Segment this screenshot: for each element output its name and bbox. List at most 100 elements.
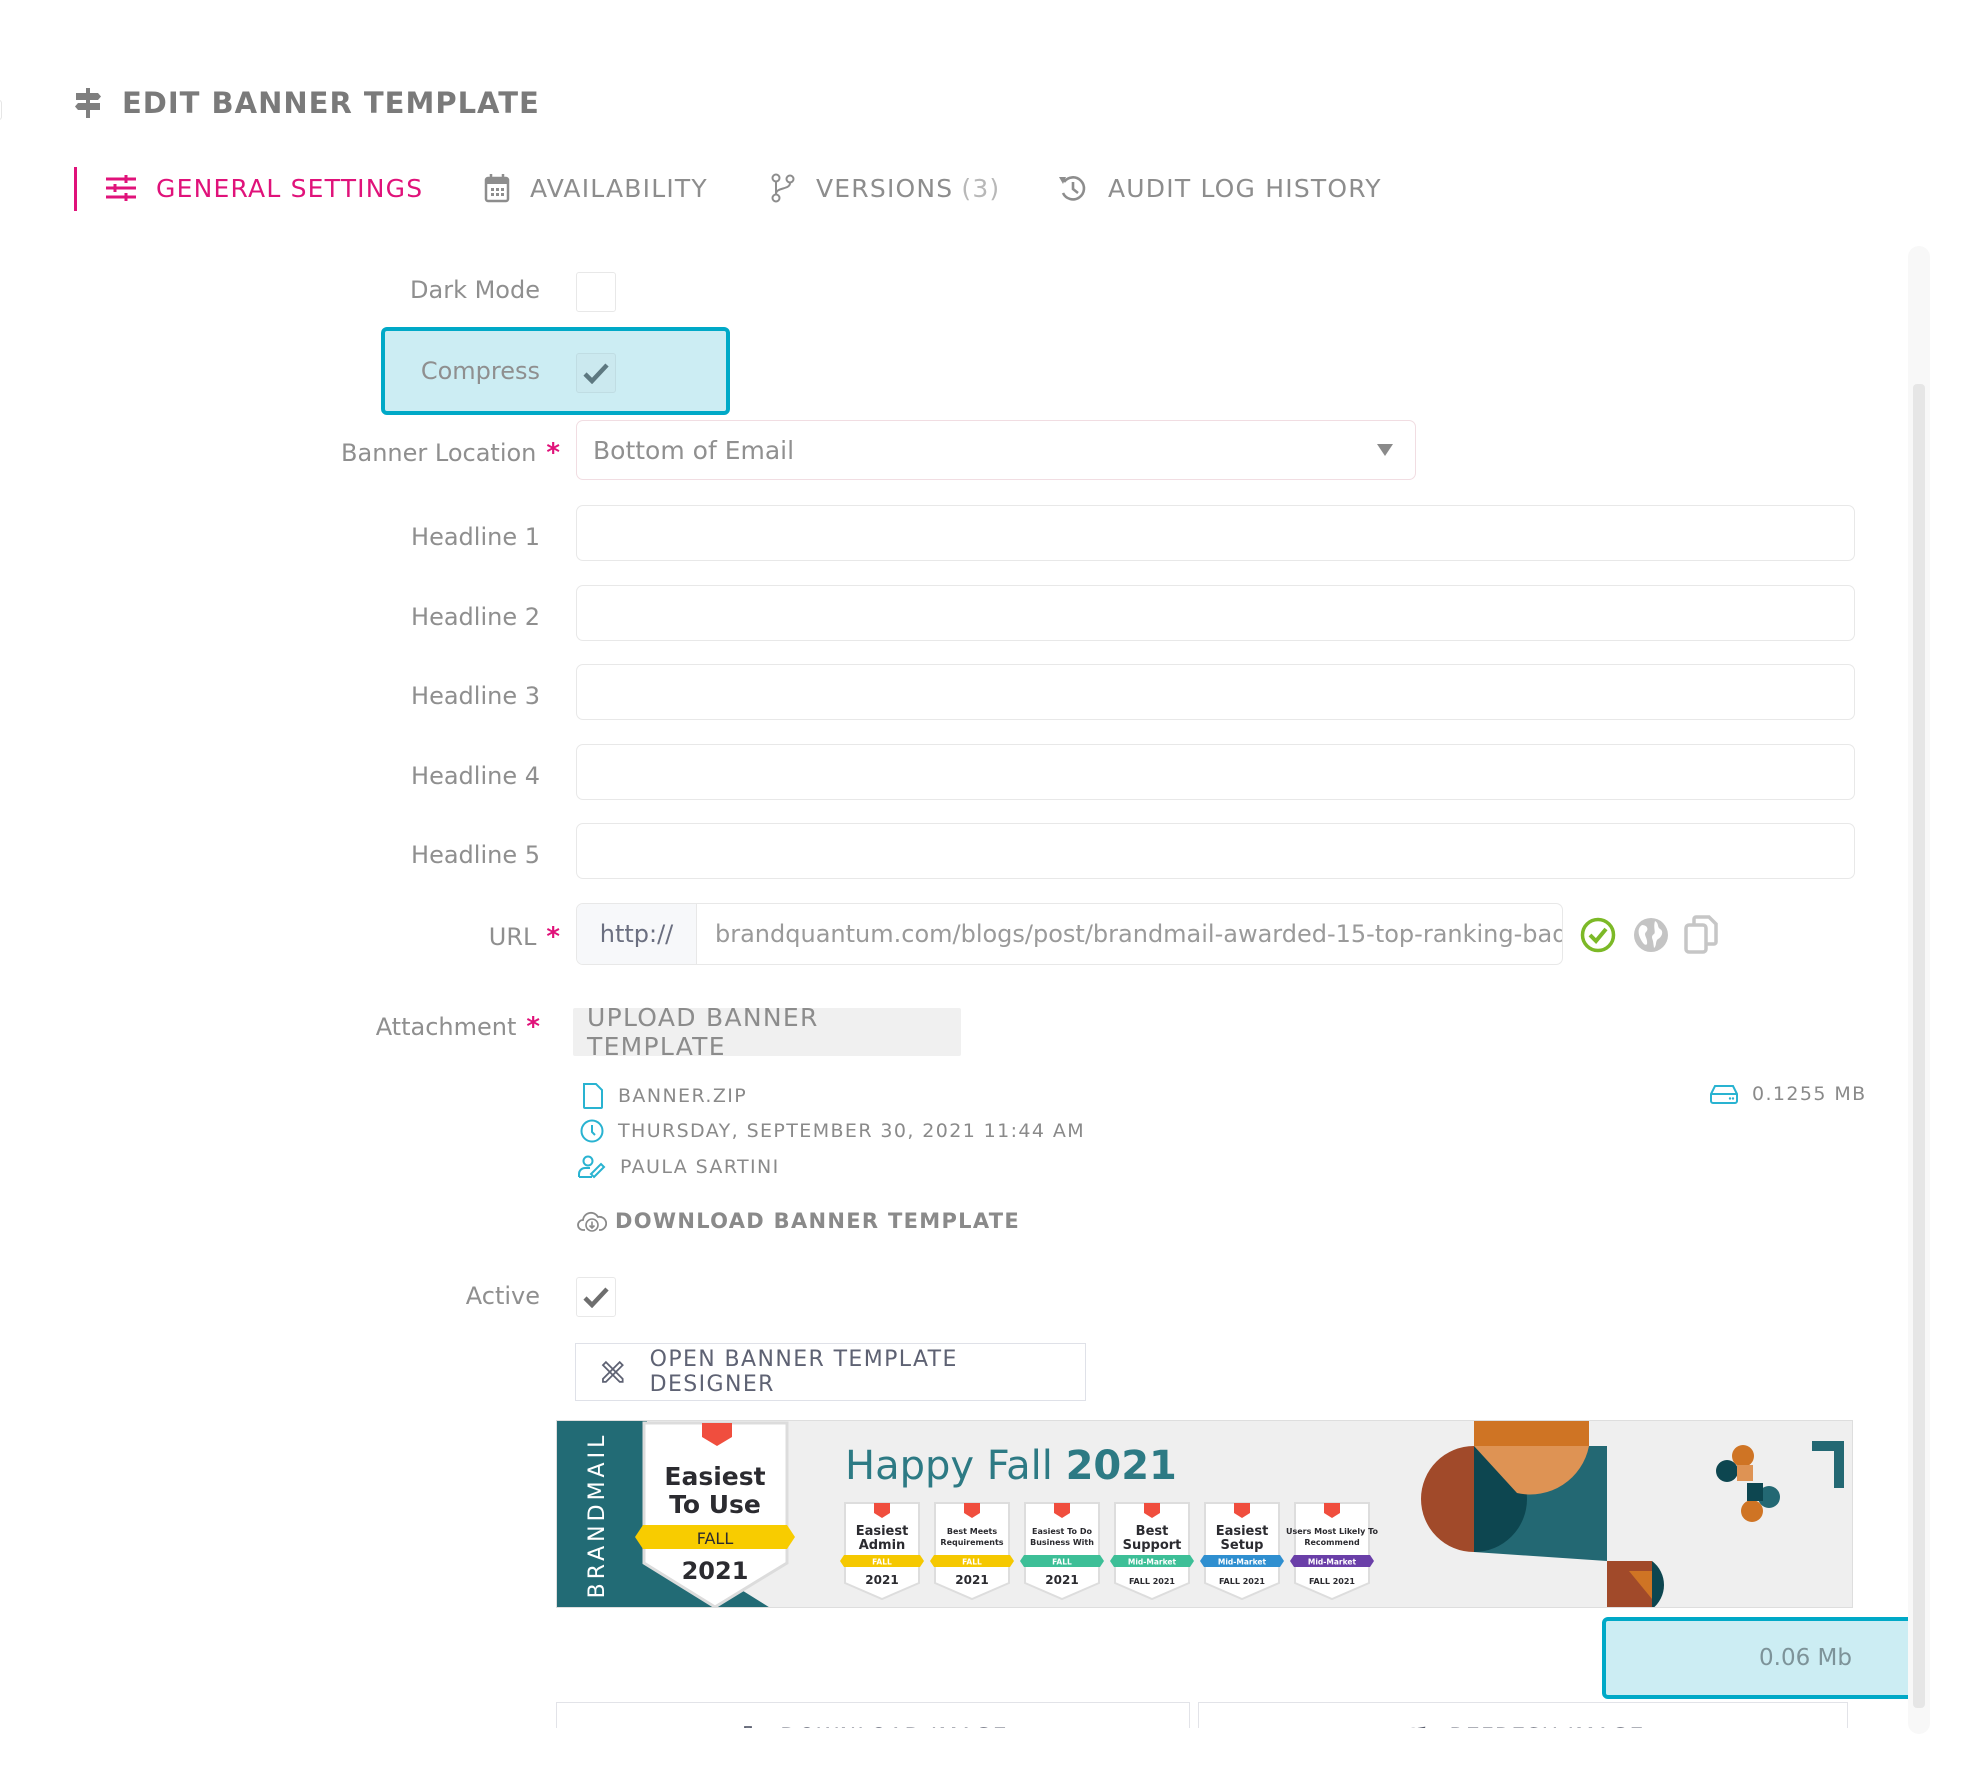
- viewport-bottom-mask: [0, 1728, 1974, 1778]
- signpost-icon: [75, 88, 101, 118]
- label-text: Banner Location: [341, 439, 537, 467]
- sliders-icon: [106, 175, 136, 201]
- badge-year: 2021: [1045, 1573, 1078, 1587]
- cloud-download-icon: [577, 1211, 607, 1232]
- award-badge: BestSupport Mid-Market FALL 2021: [1110, 1502, 1194, 1601]
- history-icon: [1059, 176, 1086, 201]
- headline-1-label: Headline 1: [411, 523, 540, 551]
- branch-icon: [771, 173, 795, 203]
- file-icon: [583, 1083, 603, 1109]
- badge-ribbon-label: Mid-Market: [1308, 1558, 1357, 1567]
- brand-text: BRANDMAIL: [585, 1432, 610, 1599]
- badge-year: 2021: [955, 1573, 988, 1587]
- uploaded-by-text: PAULA SARTINI: [620, 1156, 780, 1178]
- badge-year: FALL 2021: [1129, 1577, 1175, 1586]
- main-badge-line2: To Use: [669, 1490, 761, 1519]
- tab-label: AUDIT LOG HISTORY: [1108, 173, 1382, 203]
- headline-1-input[interactable]: [576, 505, 1855, 561]
- page-title: EDIT BANNER TEMPLATE: [122, 86, 540, 120]
- tab-general-settings[interactable]: GENERAL SETTINGS: [106, 168, 423, 208]
- url-protocol-prefix: http://: [577, 904, 697, 964]
- headline-2-input[interactable]: [576, 585, 1855, 641]
- attachment-file-name: BANNER.ZIP: [582, 1083, 747, 1109]
- design-tools-icon: [601, 1360, 624, 1383]
- compress-label: Compress: [420, 357, 540, 385]
- tab-availability[interactable]: AVAILABILITY: [484, 168, 708, 208]
- upload-banner-template-button[interactable]: UPLOAD BANNER TEMPLATE: [573, 1003, 961, 1061]
- badge-ribbon-label: FALL: [962, 1558, 982, 1567]
- page-edge: [0, 100, 2, 120]
- active-label: Active: [465, 1282, 540, 1310]
- download-banner-template-link[interactable]: DOWNLOAD BANNER TEMPLATE: [577, 1209, 1020, 1233]
- uploaded-at-text: THURSDAY, SEPTEMBER 30, 2021 11:44 AM: [618, 1120, 1086, 1142]
- badge-line1: Users Most Likely To: [1286, 1527, 1379, 1536]
- badge-year: 2021: [865, 1573, 898, 1587]
- user-edit-icon: [578, 1155, 606, 1179]
- main-badge-line1: Easiest: [664, 1462, 765, 1491]
- badge-ribbon-label: Mid-Market: [1128, 1558, 1177, 1567]
- attachment-uploaded-by: PAULA SARTINI: [578, 1155, 780, 1179]
- file-size-text: 0.1255 MB: [1752, 1083, 1867, 1105]
- banner-location-select[interactable]: Bottom of Email: [576, 420, 1416, 480]
- active-checkbox[interactable]: [576, 1277, 616, 1317]
- url-label: URL *: [140, 922, 560, 952]
- badge-ribbon-label: FALL: [1052, 1558, 1072, 1567]
- banner-artwork: BRANDMAIL Easiest To Use FALL 2021 Happy…: [557, 1421, 1844, 1607]
- calendar-icon: [484, 174, 510, 203]
- geometric-art: [1421, 1421, 1844, 1607]
- copy-icon[interactable]: [1684, 915, 1718, 955]
- award-badge: EasiestSetup Mid-Market FALL 2021: [1200, 1502, 1284, 1601]
- award-badge: Best Meets Requirements FALL 2021: [930, 1502, 1014, 1601]
- award-badge: Easiest To Do Business With FALL 2021: [1020, 1502, 1104, 1601]
- dark-mode-checkbox[interactable]: [576, 272, 616, 312]
- banner-preview-image: BRANDMAIL Easiest To Use FALL 2021 Happy…: [556, 1420, 1853, 1608]
- image-size-text: 0.06 Mb: [1759, 1645, 1852, 1671]
- tab-label: VERSIONS: [816, 173, 954, 203]
- required-marker: *: [546, 438, 560, 468]
- open-banner-template-designer-button[interactable]: OPEN BANNER TEMPLATE DESIGNER: [575, 1343, 1086, 1401]
- award-badge: Users Most Likely To Recommend Mid-Market F…: [1286, 1502, 1379, 1601]
- badge-line2: Requirements: [940, 1538, 1003, 1547]
- headline-4-label: Headline 4: [411, 762, 540, 790]
- attachment-file-size: 0.1255 MB: [1710, 1083, 1867, 1105]
- badge-line2: Business With: [1030, 1538, 1094, 1547]
- tab-audit-log-history[interactable]: AUDIT LOG HISTORY: [1058, 168, 1382, 208]
- main-badge-year: 2021: [682, 1557, 749, 1585]
- label-text: Attachment: [375, 1013, 517, 1041]
- headline-3-input[interactable]: [576, 664, 1855, 720]
- badge-ribbon-label: Mid-Market: [1218, 1558, 1267, 1567]
- selected-value: Bottom of Email: [593, 435, 795, 465]
- badge-line2: Support: [1123, 1538, 1182, 1553]
- badge-line1: Easiest: [1216, 1524, 1269, 1539]
- hard-drive-icon: [1710, 1085, 1738, 1104]
- compress-checkbox[interactable]: [576, 353, 616, 393]
- award-badge: EasiestAdmin FALL 2021: [840, 1502, 924, 1601]
- tab-label: GENERAL SETTINGS: [156, 173, 424, 203]
- headline-5-label: Headline 5: [411, 841, 540, 869]
- tab-versions[interactable]: VERSIONS (3): [770, 168, 1000, 208]
- scrollbar-thumb[interactable]: [1913, 384, 1925, 1708]
- headline-2-label: Headline 2: [411, 603, 540, 631]
- download-label: DOWNLOAD BANNER TEMPLATE: [615, 1209, 1021, 1233]
- globe-icon[interactable]: [1633, 917, 1669, 953]
- checkmark-icon: [583, 1287, 609, 1308]
- banner-location-label: Banner Location *: [140, 438, 560, 468]
- headline-4-input[interactable]: [576, 744, 1855, 800]
- badge-year: FALL 2021: [1309, 1577, 1355, 1586]
- clock-icon: [580, 1119, 604, 1143]
- badge-line2: Recommend: [1304, 1538, 1360, 1547]
- attachment-uploaded-at: THURSDAY, SEPTEMBER 30, 2021 11:44 AM: [580, 1119, 1085, 1143]
- required-marker: *: [546, 922, 560, 952]
- headline-5-input[interactable]: [576, 823, 1855, 879]
- badge-line2: Admin: [859, 1538, 906, 1553]
- url-input[interactable]: brandquantum.com/blogs/post/brandmail-aw…: [697, 904, 1562, 964]
- url-field[interactable]: http:// brandquantum.com/blogs/post/bran…: [576, 903, 1563, 965]
- check-circle-icon: [1580, 917, 1616, 953]
- tab-label: AVAILABILITY: [530, 173, 708, 203]
- button-label: OPEN BANNER TEMPLATE DESIGNER: [649, 1347, 958, 1397]
- banner-headline: Happy Fall 2021: [845, 1443, 1177, 1489]
- checkmark-icon: [583, 363, 609, 384]
- badge-line1: Best Meets: [947, 1527, 998, 1536]
- badge-line1: Easiest: [856, 1524, 909, 1539]
- image-size-indicator: 0.06 Mb: [1602, 1617, 1920, 1699]
